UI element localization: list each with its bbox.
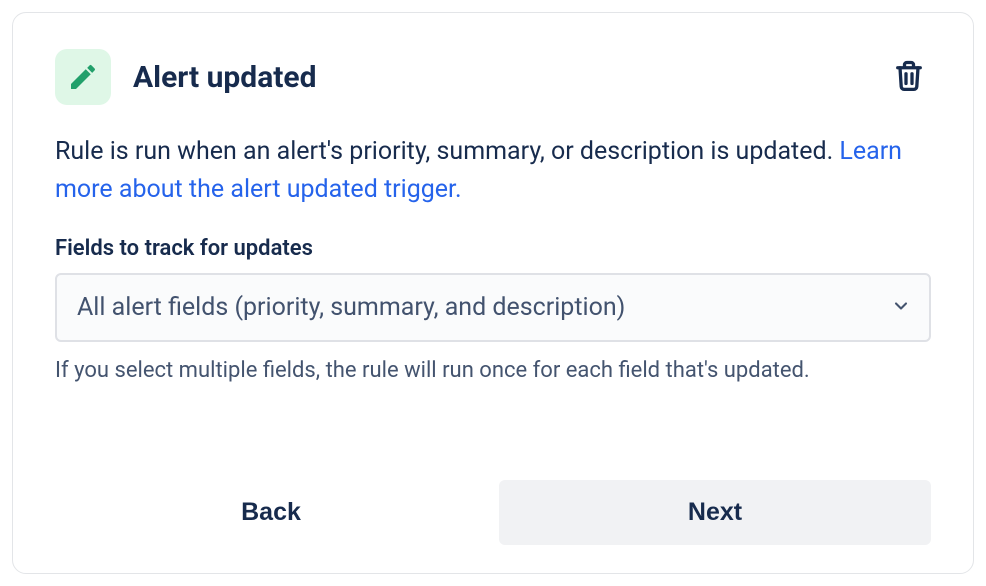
next-button[interactable]: Next — [499, 480, 931, 545]
delete-button[interactable] — [887, 54, 931, 101]
fields-select-value: All alert fields (priority, summary, and… — [77, 293, 625, 322]
fields-helper-text: If you select multiple fields, the rule … — [55, 354, 931, 387]
pencil-icon-badge — [55, 49, 111, 105]
back-button[interactable]: Back — [55, 480, 487, 545]
header-row: Alert updated — [55, 49, 931, 105]
trigger-title: Alert updated — [133, 60, 317, 95]
footer-buttons: Back Next — [55, 480, 931, 545]
header-left: Alert updated — [55, 49, 317, 105]
pencil-icon — [67, 61, 99, 93]
fields-label: Fields to track for updates — [55, 236, 931, 261]
trigger-config-card: Alert updated Rule is run when an alert'… — [12, 12, 974, 574]
trash-icon — [891, 58, 927, 94]
description-text: Rule is run when an alert's priority, su… — [55, 137, 839, 166]
fields-select[interactable]: All alert fields (priority, summary, and… — [55, 273, 931, 342]
fields-select-wrap: All alert fields (priority, summary, and… — [55, 273, 931, 342]
trigger-description: Rule is run when an alert's priority, su… — [55, 133, 931, 208]
